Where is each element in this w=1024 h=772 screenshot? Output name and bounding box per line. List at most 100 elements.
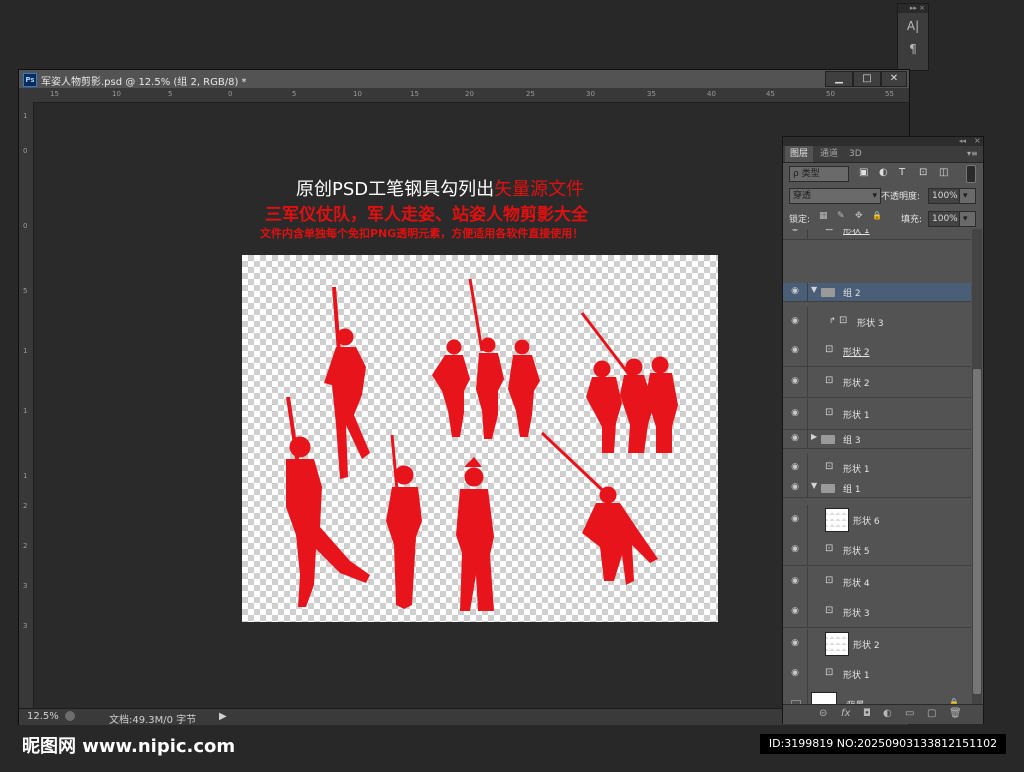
visibility-eye-icon[interactable]: ◉ bbox=[789, 286, 801, 296]
visibility-eye-icon[interactable]: ◉ bbox=[789, 433, 801, 443]
layer-row[interactable]: ◉ ↱ ⊡ 形状 3 bbox=[783, 307, 971, 338]
visibility-eye-icon[interactable]: ◉ bbox=[789, 606, 801, 616]
opacity-input[interactable]: 100% bbox=[928, 188, 962, 204]
layer-row[interactable]: ◉ ▼ 组 2 bbox=[783, 283, 971, 302]
status-menu-arrow[interactable]: ▶ bbox=[219, 711, 227, 722]
ruler-tick-label: 1 bbox=[23, 407, 28, 415]
document-titlebar[interactable]: Ps 军姿人物剪影.psd @ 12.5% (组 2, RGB/8) * ▁ □… bbox=[19, 70, 909, 88]
character-icon[interactable]: A| bbox=[902, 16, 924, 36]
horizontal-ruler[interactable]: 15 10 5 0 5 10 15 20 25 30 35 40 45 50 55 bbox=[33, 88, 909, 103]
layer-name: 形状 3 bbox=[857, 319, 884, 329]
ruler-tick-label: 1 bbox=[23, 347, 28, 355]
collapse-icon[interactable]: ◂◂ bbox=[959, 137, 966, 145]
image-id-label: ID:3199819 NO:20250903133812151102 bbox=[760, 734, 1006, 754]
layer-row[interactable]: ◉ ⊡ 形状 1 bbox=[783, 229, 971, 240]
layers-scrollbar-thumb[interactable] bbox=[973, 369, 981, 694]
shape-layer-icon: ⊡ bbox=[825, 575, 834, 586]
layer-row[interactable]: ◉ 形状 2 bbox=[783, 629, 971, 660]
layer-name: 形状 2 bbox=[853, 641, 880, 651]
group-collapsed-icon[interactable]: ▶ bbox=[811, 432, 817, 441]
layer-row[interactable]: ◉ ⊡ 形状 5 bbox=[783, 535, 971, 566]
visibility-eye-icon[interactable]: ◉ bbox=[789, 576, 801, 586]
filter-pixel-icon[interactable]: ▣ bbox=[859, 167, 868, 178]
shape-layer-icon: ⊡ bbox=[825, 461, 834, 472]
panel-close-icon[interactable]: × bbox=[974, 136, 981, 145]
filter-toggle[interactable] bbox=[966, 165, 976, 183]
lock-move-icon[interactable]: ✥ bbox=[855, 211, 863, 221]
adjustment-layer-icon[interactable]: ◐ bbox=[883, 708, 892, 719]
delete-layer-icon[interactable]: 🗑 bbox=[949, 708, 962, 719]
tab-channels[interactable]: 通道 bbox=[815, 146, 843, 162]
canvas-area[interactable]: 原创PSD工笔钢具勾列出矢量源文件 三军仪仗队，军人走姿、站姿人物剪影大全 文件… bbox=[34, 103, 909, 708]
fill-label: 填充: bbox=[901, 215, 923, 225]
visibility-eye-icon[interactable]: ◉ bbox=[789, 638, 801, 648]
filter-type-icon[interactable]: T bbox=[899, 167, 905, 178]
opacity-dropdown-icon[interactable]: ▾ bbox=[959, 188, 976, 204]
maximize-button[interactable]: □ bbox=[853, 71, 881, 87]
layer-filter-select[interactable]: ρ 类型 bbox=[789, 166, 849, 182]
ruler-tick-label: 3 bbox=[23, 582, 28, 590]
close-button[interactable]: ✕ bbox=[881, 71, 907, 87]
layer-row[interactable]: 🔒背景 bbox=[783, 689, 971, 704]
ruler-tick-label: 40 bbox=[707, 90, 716, 98]
fx-icon[interactable]: fx bbox=[841, 708, 850, 719]
add-mask-icon[interactable]: ◘ bbox=[863, 708, 871, 719]
visibility-eye-icon[interactable]: ◉ bbox=[789, 376, 801, 386]
minimize-button[interactable]: ▁ bbox=[825, 71, 853, 87]
layer-row[interactable]: ◉ 形状 6 bbox=[783, 505, 971, 536]
layer-row[interactable]: ◉ ⊡ 形状 1 bbox=[783, 399, 971, 430]
layer-thumbnail bbox=[825, 632, 849, 656]
ruler-tick-label: 50 bbox=[826, 90, 835, 98]
layers-scrollbar[interactable] bbox=[972, 229, 982, 704]
layer-name: 组 1 bbox=[843, 485, 861, 495]
fill-input[interactable]: 100% bbox=[928, 211, 962, 227]
ruler-origin[interactable] bbox=[19, 88, 33, 102]
status-info-icon[interactable] bbox=[65, 711, 75, 721]
lock-all-icon[interactable]: 🔒 bbox=[872, 211, 882, 220]
tab-3d[interactable]: 3D bbox=[844, 146, 867, 162]
visibility-eye-icon[interactable]: ◉ bbox=[789, 316, 801, 326]
tab-layers[interactable]: 图层 bbox=[785, 146, 814, 162]
layer-name: 形状 3 bbox=[843, 609, 870, 619]
folder-icon bbox=[821, 484, 835, 493]
layer-row[interactable]: ◉ ▼ 组 1 bbox=[783, 479, 971, 498]
zoom-level[interactable]: 12.5% bbox=[27, 711, 59, 722]
visibility-eye-icon[interactable]: ◉ bbox=[789, 482, 801, 492]
blend-mode-select[interactable]: 穿透 ▾ bbox=[789, 188, 881, 204]
filter-smart-icon[interactable]: ◫ bbox=[939, 167, 948, 178]
lock-pixels-icon[interactable]: ▦ bbox=[819, 211, 828, 221]
visibility-eye-icon[interactable]: ◉ bbox=[789, 345, 801, 355]
new-group-icon[interactable]: ▭ bbox=[905, 708, 914, 719]
layer-row[interactable]: ◉ ▶ 组 3 bbox=[783, 430, 971, 449]
panel-menu-icon[interactable]: ▾≡ bbox=[967, 149, 978, 158]
layer-row[interactable]: ◉ ⊡ 形状 3 bbox=[783, 597, 971, 628]
visibility-eye-icon[interactable]: ◉ bbox=[789, 229, 801, 233]
visibility-eye-icon[interactable]: ◉ bbox=[789, 668, 801, 678]
layer-row[interactable]: ◉ ⊡ 形状 4 bbox=[783, 567, 971, 598]
transparent-artboard[interactable] bbox=[242, 255, 718, 622]
ruler-tick-label: 5 bbox=[23, 287, 28, 295]
link-layers-icon[interactable]: ⊝ bbox=[819, 708, 827, 719]
character-panel-header[interactable]: ▸▸ × bbox=[898, 4, 928, 13]
visibility-eye-icon[interactable]: ◉ bbox=[789, 408, 801, 418]
layer-row[interactable]: ◉ ⊡ 形状 2 bbox=[783, 336, 971, 367]
visibility-eye-icon[interactable]: ◉ bbox=[789, 514, 801, 524]
layer-name: 形状 1 bbox=[843, 229, 870, 236]
paragraph-icon[interactable]: ¶ bbox=[902, 39, 924, 59]
layer-row[interactable]: ◉ ⊡ 形状 1 bbox=[783, 659, 971, 690]
group-expanded-icon[interactable]: ▼ bbox=[811, 481, 817, 490]
layers-panel-header[interactable]: ◂◂ × bbox=[783, 136, 983, 146]
vertical-ruler[interactable]: 1 0 0 5 1 1 1 2 2 3 3 bbox=[19, 102, 34, 708]
layer-divider bbox=[807, 336, 808, 366]
new-layer-icon[interactable]: ▢ bbox=[927, 708, 936, 719]
layer-row[interactable]: ◉ ⊡ 形状 2 bbox=[783, 367, 971, 398]
filter-adjust-icon[interactable]: ◐ bbox=[879, 167, 888, 178]
visibility-eye-icon[interactable]: ◉ bbox=[789, 544, 801, 554]
lock-brush-icon[interactable]: ✎ bbox=[837, 211, 845, 221]
visibility-eye-icon[interactable]: ◉ bbox=[789, 462, 801, 472]
group-expanded-icon[interactable]: ▼ bbox=[811, 285, 817, 294]
lock-label: 锁定: bbox=[789, 215, 811, 225]
filter-shape-icon[interactable]: ⊡ bbox=[919, 167, 927, 178]
fill-dropdown-icon[interactable]: ▾ bbox=[959, 211, 976, 227]
silhouette-standing-soldier bbox=[456, 457, 494, 611]
